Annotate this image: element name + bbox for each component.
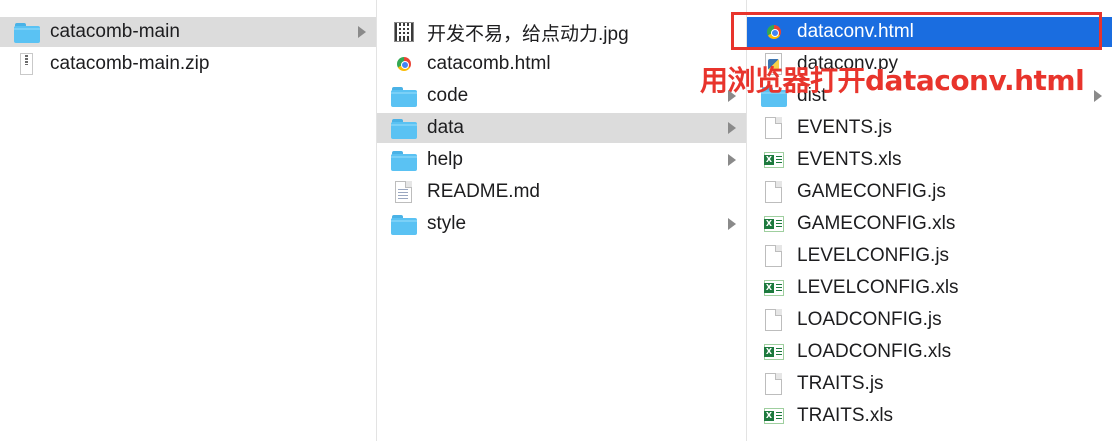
text-file-icon [391, 181, 417, 203]
row-catacomb-main-folder[interactable]: catacomb-main [0, 17, 376, 47]
item-label: 开发不易，给点动力.jpg [427, 23, 629, 45]
js-file-icon [761, 245, 787, 267]
folder-icon [14, 21, 40, 43]
excel-file-icon: X [761, 277, 787, 299]
item-label: catacomb-main.zip [50, 53, 210, 74]
row-gameconfig-js[interactable]: GAMECONFIG.js [747, 177, 1112, 207]
column-1[interactable]: catacomb-main catacomb-main.zip [0, 0, 377, 441]
chrome-html-icon [391, 53, 417, 75]
chevron-right-icon [728, 218, 736, 230]
item-label: dataconv.html [797, 21, 914, 42]
folder-icon [391, 85, 417, 107]
folder-icon [391, 213, 417, 235]
excel-file-icon: X [761, 149, 787, 171]
item-label: style [427, 213, 467, 234]
row-loadconfig-xls[interactable]: X LOADCONFIG.xls [747, 337, 1112, 367]
column-2[interactable]: 开发不易，给点动力.jpg catacomb.html code data he… [377, 0, 747, 441]
chevron-right-icon [728, 154, 736, 166]
item-label: LOADCONFIG.js [797, 309, 942, 330]
row-events-xls[interactable]: X EVENTS.xls [747, 145, 1112, 175]
chevron-right-icon [728, 122, 736, 134]
chevron-right-icon [358, 26, 366, 38]
item-label: data [427, 117, 464, 138]
row-jpg-file[interactable]: 开发不易，给点动力.jpg [377, 17, 746, 47]
row-levelconfig-xls[interactable]: X LEVELCONFIG.xls [747, 273, 1112, 303]
excel-file-icon: X [761, 341, 787, 363]
item-label: TRAITS.xls [797, 405, 894, 426]
item-label: help [427, 149, 463, 170]
excel-file-icon: X [761, 213, 787, 235]
annotation-text: 用浏览器打开dataconv.html [700, 64, 1085, 97]
js-file-icon [761, 117, 787, 139]
item-label: GAMECONFIG.xls [797, 213, 956, 234]
item-label: README.md [427, 181, 540, 202]
item-label: TRAITS.js [797, 373, 884, 394]
chevron-right-icon [1094, 90, 1102, 102]
row-style-folder[interactable]: style [377, 209, 746, 239]
js-file-icon [761, 309, 787, 331]
excel-file-icon: X [761, 405, 787, 427]
row-events-js[interactable]: EVENTS.js [747, 113, 1112, 143]
zip-file-icon [14, 53, 40, 75]
row-code-folder[interactable]: code [377, 81, 746, 111]
row-help-folder[interactable]: help [377, 145, 746, 175]
item-label: code [427, 85, 469, 106]
item-label: EVENTS.xls [797, 149, 902, 170]
folder-icon [391, 149, 417, 171]
row-traits-xls[interactable]: X TRAITS.xls [747, 401, 1112, 431]
row-dataconv-html[interactable]: dataconv.html [747, 17, 1112, 47]
row-catacomb-main-zip[interactable]: catacomb-main.zip [0, 49, 376, 79]
image-file-icon [391, 21, 417, 43]
item-label: catacomb-main [50, 21, 180, 42]
folder-icon [391, 117, 417, 139]
row-readme-md[interactable]: README.md [377, 177, 746, 207]
row-levelconfig-js[interactable]: LEVELCONFIG.js [747, 241, 1112, 271]
item-label: LEVELCONFIG.xls [797, 277, 959, 298]
row-gameconfig-xls[interactable]: X GAMECONFIG.xls [747, 209, 1112, 239]
row-traits-js[interactable]: TRAITS.js [747, 369, 1112, 399]
item-label: GAMECONFIG.js [797, 181, 946, 202]
row-loadconfig-js[interactable]: LOADCONFIG.js [747, 305, 1112, 335]
js-file-icon [761, 373, 787, 395]
item-label: EVENTS.js [797, 117, 893, 138]
item-label: LOADCONFIG.xls [797, 341, 952, 362]
item-label: LEVELCONFIG.js [797, 245, 950, 266]
chrome-html-icon [761, 21, 787, 43]
js-file-icon [761, 181, 787, 203]
row-catacomb-html[interactable]: catacomb.html [377, 49, 746, 79]
item-label: catacomb.html [427, 53, 551, 74]
row-data-folder[interactable]: data [377, 113, 746, 143]
